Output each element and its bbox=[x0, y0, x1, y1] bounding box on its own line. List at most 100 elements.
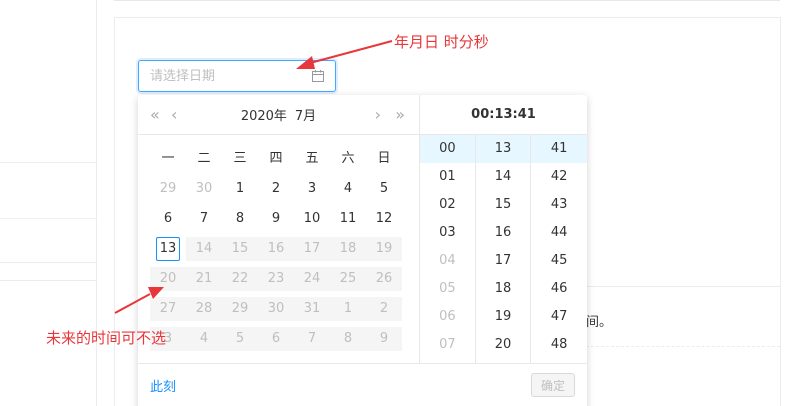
second-option[interactable]: 46 bbox=[531, 275, 587, 303]
calendar-day-label: 17 bbox=[303, 241, 321, 256]
calendar-day: 5 bbox=[222, 327, 258, 351]
calendar-day[interactable]: 29 bbox=[150, 177, 186, 201]
calendar-day-label: 7 bbox=[199, 211, 209, 226]
minute-column[interactable]: 13 14 15 16 17 18 19 20 bbox=[475, 135, 532, 363]
calendar-day-label: 22 bbox=[231, 271, 249, 286]
calendar-day-label: 12 bbox=[375, 211, 393, 226]
weekday-label: 日 bbox=[377, 151, 391, 166]
calendar-day: 9 bbox=[366, 327, 402, 351]
second-option[interactable]: 47 bbox=[531, 303, 587, 331]
minute-option[interactable]: 16 bbox=[476, 219, 531, 247]
calendar-day-label: 10 bbox=[303, 211, 321, 226]
calendar-icon bbox=[312, 70, 324, 82]
calendar-day-label: 8 bbox=[235, 211, 245, 226]
weekday-label: 六 bbox=[341, 151, 355, 166]
calendar-day[interactable]: 10 bbox=[294, 207, 330, 231]
prev-month-button[interactable]: ‹ bbox=[171, 105, 177, 124]
calendar-day-label: 2 bbox=[271, 181, 281, 196]
minute-option[interactable]: 15 bbox=[476, 191, 531, 219]
hour-column[interactable]: 00 01 02 03 04 05 06 07 bbox=[420, 135, 476, 363]
now-link[interactable]: 此刻 bbox=[150, 376, 176, 395]
annotation-bottom: 未来的时间可不选 bbox=[46, 329, 167, 347]
second-option[interactable]: 45 bbox=[531, 247, 587, 275]
calendar-day: 14 bbox=[186, 237, 222, 261]
calendar-day[interactable]: 11 bbox=[330, 207, 366, 231]
hour-option[interactable]: 01 bbox=[420, 163, 475, 191]
calendar-day: 15 bbox=[222, 237, 258, 261]
minute-option[interactable]: 18 bbox=[476, 275, 531, 303]
prev-year-button[interactable]: « bbox=[150, 105, 160, 124]
month-select[interactable]: 7月 bbox=[295, 105, 316, 124]
second-option[interactable]: 41 bbox=[531, 135, 587, 163]
calendar-day-label: 6 bbox=[163, 211, 173, 226]
minute-option[interactable]: 20 bbox=[476, 331, 531, 359]
calendar-day[interactable]: 12 bbox=[366, 207, 402, 231]
divider bbox=[0, 262, 97, 263]
calendar-day: 20 bbox=[150, 267, 186, 291]
calendar-day-label: 6 bbox=[271, 331, 281, 346]
calendar-day-label: 13 bbox=[156, 237, 180, 261]
calendar-day-label: 31 bbox=[303, 301, 321, 316]
hour-option[interactable]: 02 bbox=[420, 191, 475, 219]
second-column[interactable]: 41 42 43 44 45 46 47 48 bbox=[531, 135, 587, 363]
minute-option[interactable]: 19 bbox=[476, 303, 531, 331]
calendar-day-label: 20 bbox=[159, 271, 177, 286]
second-option[interactable]: 44 bbox=[531, 219, 587, 247]
weekday-label: 四 bbox=[269, 151, 283, 166]
calendar-day[interactable]: 3 bbox=[294, 177, 330, 201]
year-select[interactable]: 2020年 bbox=[241, 105, 287, 124]
hour-option: 07 bbox=[439, 337, 456, 352]
calendar-day[interactable]: 1 bbox=[222, 177, 258, 201]
calendar-day-label: 24 bbox=[303, 271, 321, 286]
calendar-day[interactable]: 5 bbox=[366, 177, 402, 201]
weekday-label: 一 bbox=[161, 151, 175, 166]
date-header: « ‹ 2020年 7月 › » bbox=[138, 95, 419, 135]
annotation-top: 年月日 时分秒 bbox=[394, 33, 489, 51]
calendar-day[interactable]: 4 bbox=[330, 177, 366, 201]
minute-option[interactable]: 17 bbox=[476, 247, 531, 275]
next-year-button[interactable]: » bbox=[395, 105, 405, 124]
second-option[interactable]: 48 bbox=[531, 331, 587, 359]
background-text: 间。 bbox=[586, 315, 613, 330]
date-input-field[interactable] bbox=[139, 61, 289, 91]
calendar-day[interactable]: 8 bbox=[222, 207, 258, 231]
hour-option[interactable]: 03 bbox=[420, 219, 475, 247]
calendar-day[interactable]: 30 bbox=[186, 177, 222, 201]
calendar-day-label: 9 bbox=[271, 211, 281, 226]
calendar-day-label: 1 bbox=[235, 181, 245, 196]
calendar-day: 29 bbox=[222, 297, 258, 321]
calendar-day-label: 4 bbox=[199, 331, 209, 346]
calendar-day-label: 15 bbox=[231, 241, 249, 256]
calendar-day-label: 1 bbox=[343, 301, 353, 316]
calendar-day: 8 bbox=[330, 327, 366, 351]
calendar-day-label: 19 bbox=[375, 241, 393, 256]
calendar-day-label: 18 bbox=[339, 241, 357, 256]
hour-option[interactable]: 00 bbox=[420, 135, 475, 163]
calendar-day: 7 bbox=[294, 327, 330, 351]
calendar-day: 6 bbox=[258, 327, 294, 351]
calendar-day: 22 bbox=[222, 267, 258, 291]
calendar-day[interactable]: 9 bbox=[258, 207, 294, 231]
ok-button[interactable]: 确定 bbox=[531, 373, 575, 397]
hour-option: 04 bbox=[439, 253, 456, 268]
divider bbox=[0, 218, 97, 219]
calendar-day: 30 bbox=[258, 297, 294, 321]
calendar-grid: 29 30 1 2 3 4 5 6 7 8 9 10 11 12 13 14 15 16 17 18 19 20 21 22 2… bbox=[150, 174, 402, 354]
second-option[interactable]: 42 bbox=[531, 163, 587, 191]
second-option[interactable]: 43 bbox=[531, 191, 587, 219]
calendar-day-label: 14 bbox=[195, 241, 213, 256]
calendar-day-label: 3 bbox=[307, 181, 317, 196]
calendar-day: 25 bbox=[330, 267, 366, 291]
weekday-label: 五 bbox=[305, 151, 319, 166]
minute-option[interactable]: 13 bbox=[475, 135, 531, 163]
calendar-day-label: 5 bbox=[235, 331, 245, 346]
calendar-day[interactable]: 7 bbox=[186, 207, 222, 231]
calendar-day[interactable]: 6 bbox=[150, 207, 186, 231]
calendar-day[interactable]: 2 bbox=[258, 177, 294, 201]
date-picker-input[interactable] bbox=[138, 60, 336, 92]
calendar-day-label: 4 bbox=[343, 181, 353, 196]
calendar-day-label: 8 bbox=[343, 331, 353, 346]
calendar-day[interactable]: 13 bbox=[150, 237, 186, 261]
next-month-button[interactable]: › bbox=[375, 105, 381, 124]
minute-option[interactable]: 14 bbox=[476, 163, 531, 191]
